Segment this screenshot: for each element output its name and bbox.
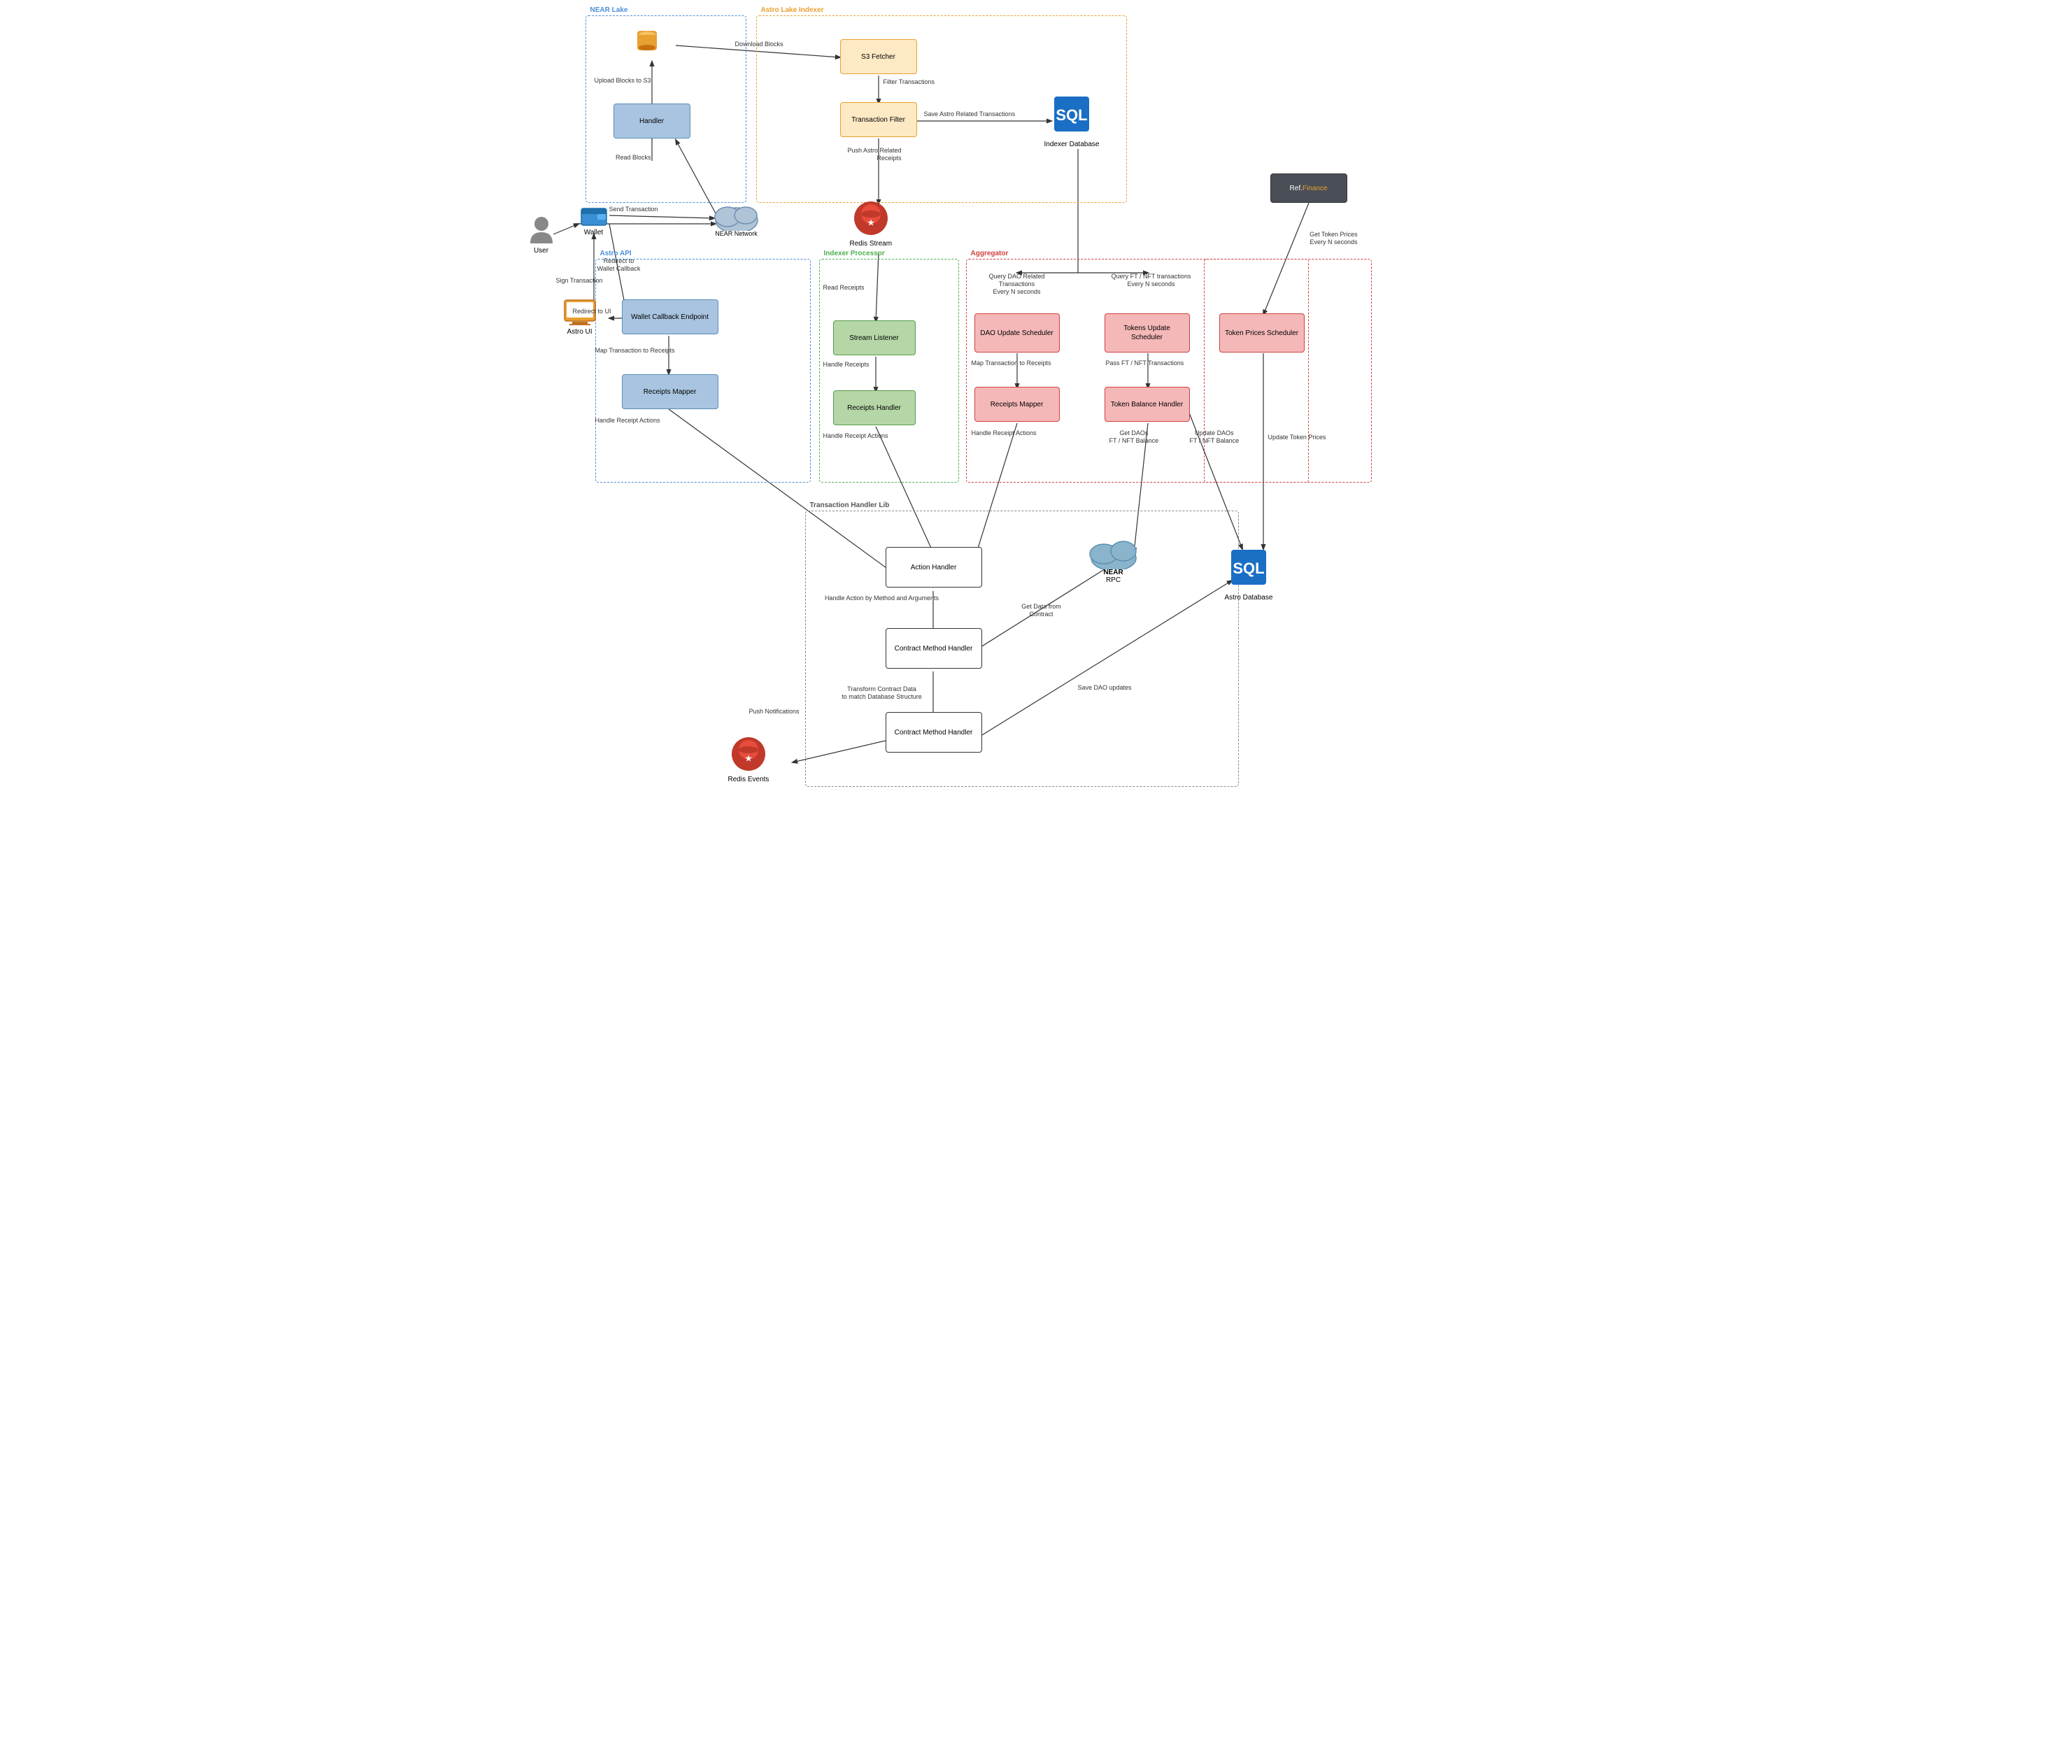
send-tx-label: Send Transaction: [609, 206, 658, 213]
query-dao-label: Query DAO Related TransactionsEvery N se…: [972, 273, 1063, 295]
wallet-callback-box: Wallet Callback Endpoint: [622, 299, 718, 334]
handle-receipts-ip-label: Handle Receipts: [823, 361, 870, 369]
svg-text:★: ★: [745, 755, 752, 763]
tx-handler-lib-label: Transaction Handler Lib: [810, 502, 890, 509]
handle-receipt-actions-ip-label: Handle Receipt Actions: [823, 432, 888, 440]
handle-receipt-actions-agg-label: Handle Receipt Actions: [972, 429, 1037, 437]
wallet-icon: Wallet: [574, 204, 613, 236]
update-daos-ft-label: Update DAOsFT / NFT Balance: [1190, 429, 1240, 445]
astro-ui-icon: Astro UI: [559, 299, 601, 336]
indexer-db-icon: SQL Indexer Database: [1044, 91, 1100, 148]
indexer-processor-label: Indexer Processor: [824, 250, 885, 257]
filter-transactions-label: Filter Transactions: [884, 78, 935, 86]
aggregator-label: Aggregator: [971, 250, 1009, 257]
diagram-container: NEAR Lake Astro Lake Indexer Astro API I…: [518, 0, 1554, 882]
receipts-mapper-agg-box: Receipts Mapper: [974, 387, 1060, 422]
s3-fetcher-box: S3 Fetcher: [840, 39, 917, 74]
update-token-prices-label: Update Token Prices: [1268, 434, 1326, 441]
pass-ft-nft-label: Pass FT / NFT Transactions: [1106, 360, 1184, 367]
ref-finance-box: Ref.Finance: [1270, 173, 1347, 203]
user-icon: User: [524, 215, 559, 255]
tx-filter-box: Transaction Filter: [840, 102, 917, 137]
get-daos-ft-label: Get DAOsFT / NFT Balance: [1109, 429, 1159, 445]
upload-to-s3-label: Upload Blocks to S3: [588, 77, 651, 85]
receipts-mapper-api-box: Receipts Mapper: [622, 374, 718, 409]
astro-api-region: Astro API: [595, 259, 811, 483]
stream-listener-box: Stream Listener: [833, 320, 916, 355]
near-network-icon: NEAR Network: [709, 196, 765, 237]
astro-lake-label: Astro Lake Indexer: [761, 6, 824, 14]
handle-action-label: Handle Action by Method and Arguments: [819, 595, 945, 602]
action-handler-box: Action Handler: [886, 547, 982, 588]
token-prices-region: [1204, 259, 1372, 483]
redirect-ui-label: Redirect to UI: [573, 308, 611, 315]
handle-receipt-actions-api-label: Handle Receipt Actions: [595, 417, 660, 425]
read-blocks-label: Read Blocks: [588, 154, 651, 162]
dao-update-scheduler-box: DAO Update Scheduler: [974, 313, 1060, 353]
contract-method-handler1-box: Contract Method Handler: [886, 628, 982, 669]
svg-text:SQL: SQL: [1233, 560, 1264, 577]
indexer-processor-region: Indexer Processor: [819, 259, 959, 483]
get-data-contract-label: Get Data fromContract: [1000, 603, 1084, 618]
receipts-handler-box: Receipts Handler: [833, 390, 916, 425]
tx-handler-lib-region: Transaction Handler Lib: [805, 511, 1239, 787]
near-rpc-icon: NEAR RPC: [1084, 532, 1144, 584]
tokens-update-scheduler-box: Tokens Update Scheduler: [1105, 313, 1190, 353]
query-ft-nft-label: Query FT / NFT transactionsEvery N secon…: [1106, 273, 1197, 288]
redis-events-icon: ★ Redis Events: [728, 736, 769, 783]
handler-box: Handler: [613, 104, 690, 138]
redis-stream-icon: ★ Redis Stream: [850, 200, 893, 248]
push-notifications-label: Push Notifications: [749, 708, 800, 716]
astro-api-label: Astro API: [600, 250, 632, 257]
push-astro-label: Push Astro RelatedReceipts: [825, 147, 902, 162]
token-balance-handler-box: Token Balance Handler: [1105, 387, 1190, 422]
near-lake-label: NEAR Lake: [590, 6, 628, 14]
save-astro-label: Save Astro Related Transactions: [924, 111, 1016, 118]
save-dao-label: Save DAO updates: [1078, 684, 1132, 692]
redirect-wallet-label: Redirect toWallet Callback: [591, 257, 647, 273]
map-tx-receipts-api-label: Map Transaction to Receipts: [595, 347, 675, 355]
get-token-prices-label: Get Token PricesEvery N seconds: [1288, 231, 1358, 246]
astro-db-icon: SQL Astro Database: [1225, 544, 1273, 602]
token-prices-scheduler-box: Token Prices Scheduler: [1219, 313, 1305, 353]
svg-text:SQL: SQL: [1056, 106, 1087, 124]
transform-contract-label: Transform Contract Datato match Database…: [819, 685, 945, 701]
map-tx-receipts-agg-label: Map Transaction to Receipts: [972, 360, 1051, 367]
near-bucket-icon: [632, 25, 662, 58]
contract-method-handler2-box: Contract Method Handler: [886, 712, 982, 753]
sign-tx-label: Sign Transaction: [556, 277, 603, 285]
download-blocks-label: Download Blocks: [735, 41, 783, 48]
read-receipts-label: Read Receipts: [823, 284, 865, 292]
svg-text:★: ★: [867, 219, 874, 227]
